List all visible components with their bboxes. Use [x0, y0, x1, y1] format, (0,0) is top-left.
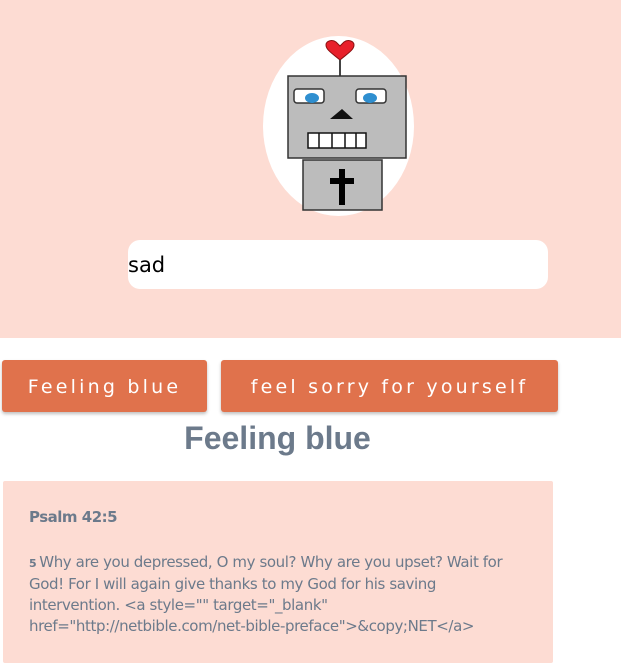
verse-reference: Psalm 42:5 — [29, 508, 118, 526]
search-input[interactable] — [128, 240, 548, 289]
verse-card: Psalm 42:5 5 Why are you depressed, O my … — [3, 481, 553, 663]
results-title: Feeling blue — [184, 420, 371, 456]
robot-heart-cross-icon — [263, 36, 414, 216]
topic-button-feel-sorry[interactable]: feel sorry for yourself — [221, 360, 558, 412]
verse-number: 5 — [29, 557, 37, 570]
verse-text-block: 5 Why are you depressed, O my soul? Why a… — [29, 552, 529, 637]
topic-button-feeling-blue[interactable]: Feeling blue — [2, 360, 207, 412]
verse-text: Why are you depressed, O my soul? Why ar… — [29, 553, 503, 635]
